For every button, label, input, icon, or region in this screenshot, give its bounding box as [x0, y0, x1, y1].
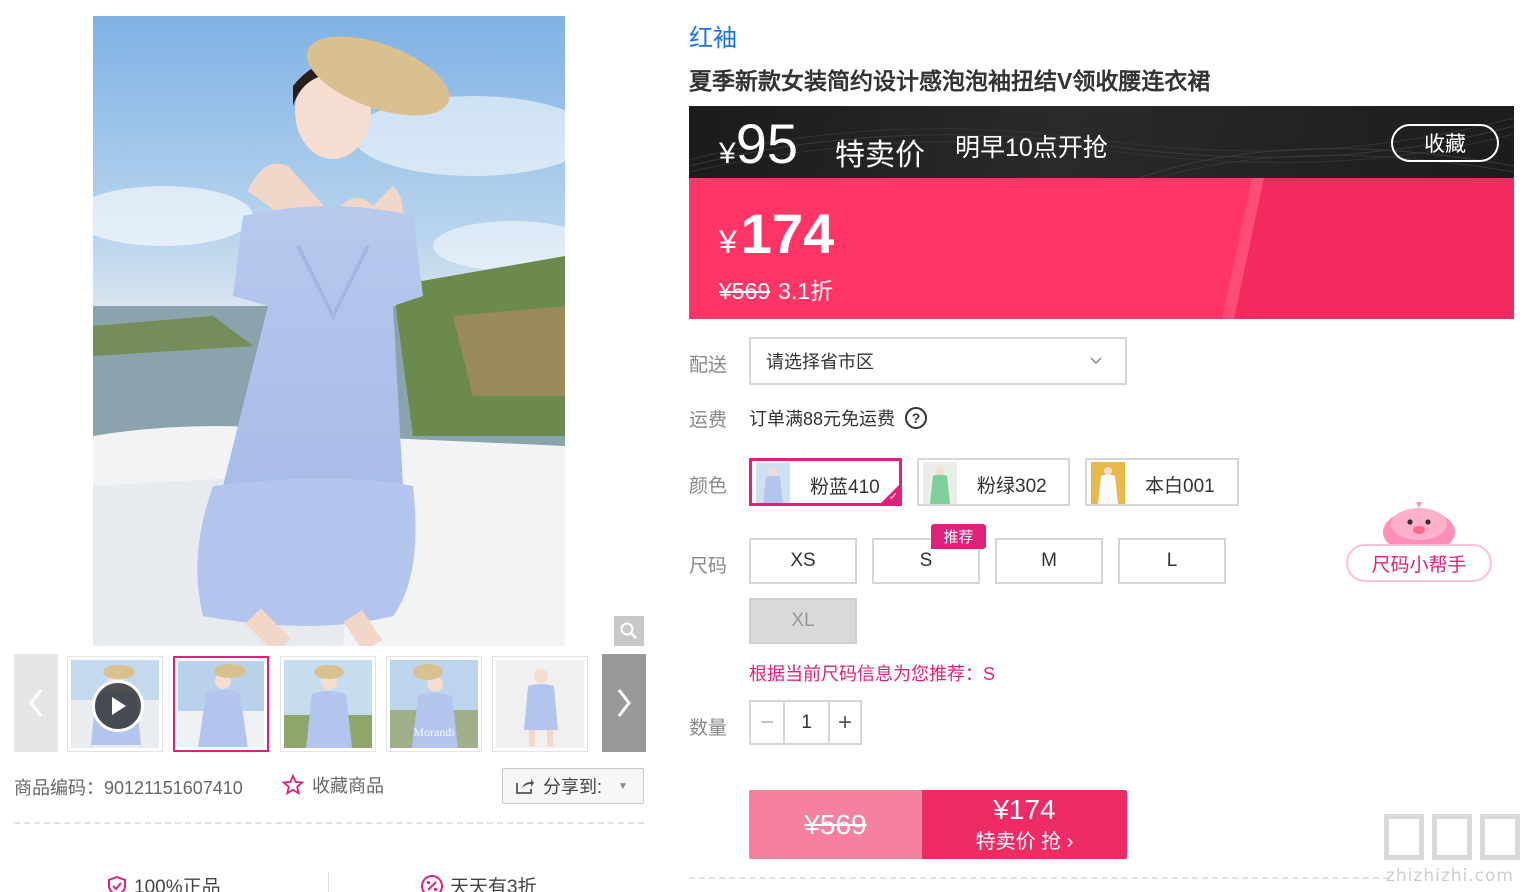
buy-button[interactable]: ¥569 ¥174 特卖价 抢 › — [749, 790, 1127, 859]
thumb-prev-button[interactable] — [14, 654, 58, 752]
shipping-label: 运费 — [689, 410, 728, 431]
size-helper-label: 尺码小帮手 — [1346, 544, 1492, 582]
color-option-label: 粉绿302 — [977, 476, 1047, 497]
current-currency: ¥ — [719, 224, 737, 260]
quantity-value[interactable]: 1 — [785, 702, 828, 743]
flash-price-value: 95 — [735, 112, 798, 175]
original-price: ¥569 — [719, 278, 771, 304]
price-box: ¥ 174 ¥569 3.1折 — [689, 178, 1514, 319]
flash-price: ¥ 95 — [719, 116, 798, 172]
guarantee-authentic-label: 100%正品 — [134, 877, 221, 892]
shield-check-icon — [108, 875, 126, 892]
collect-button[interactable]: 收藏 — [1391, 124, 1499, 162]
thumb-video[interactable] — [67, 656, 163, 752]
shipping-text: 订单满88元免运费 — [749, 409, 896, 429]
color-option-label: 本白001 — [1145, 476, 1215, 497]
size-helper-button[interactable]: 尺码小帮手 — [1346, 502, 1492, 584]
buy-action[interactable]: ¥174 特卖价 抢 › — [922, 790, 1127, 859]
thumbnail-strip: Morandi — [14, 654, 646, 752]
help-icon[interactable]: ? — [905, 407, 928, 429]
share-label: 分享到: — [543, 777, 603, 797]
delivery-label: 配送 — [689, 355, 728, 376]
caret-down-icon: ▼ — [618, 780, 628, 792]
flash-sale-label: 特卖价 — [835, 139, 925, 172]
color-swatch-image — [923, 462, 957, 504]
size-label: 尺码 — [689, 556, 728, 577]
color-option-label: 粉蓝410 — [810, 477, 880, 498]
watermark-logo-glyph — [1480, 814, 1520, 860]
share-button[interactable]: 分享到: ▼ — [502, 768, 644, 804]
chevron-left-icon — [29, 689, 43, 717]
product-code-label: 商品编码： — [14, 778, 104, 798]
product-code: 商品编码：90121151607410 — [14, 774, 243, 800]
flash-sale-start-time: 明早10点开抢 — [955, 134, 1108, 162]
thumb-next-button[interactable] — [602, 654, 646, 752]
divider — [689, 877, 1389, 879]
guarantee-authentic: 100%正品 — [106, 872, 221, 892]
region-select[interactable]: 请选择省市区 — [749, 337, 1127, 385]
color-option-off-white[interactable]: 本白001 — [1085, 458, 1239, 506]
current-price: ¥ 174 — [719, 206, 834, 262]
thumb-2[interactable] — [173, 656, 269, 752]
play-icon — [112, 697, 126, 715]
check-icon: ✓ — [888, 491, 898, 503]
zoom-button[interactable] — [614, 616, 644, 646]
color-swatch-image — [756, 463, 790, 503]
quantity-stepper: − 1 + — [749, 700, 862, 745]
chevron-down-icon — [1090, 357, 1102, 365]
chevron-right-icon — [617, 689, 631, 717]
thumb-4[interactable]: Morandi — [386, 656, 482, 752]
thumb-3[interactable] — [280, 656, 376, 752]
guarantee-divider — [328, 872, 329, 892]
product-title: 夏季新款女装简约设计感泡泡袖扭结V领收腰连衣裙 — [689, 68, 1211, 94]
watermark-text: zhizhizhi.com — [1386, 866, 1514, 886]
flash-currency: ¥ — [719, 137, 736, 170]
guarantee-discount-label: 天天有3折 — [450, 877, 537, 892]
thumb-caption: Morandi — [413, 725, 455, 739]
brand-link[interactable]: 红袖 — [689, 18, 737, 53]
color-option-pink-blue[interactable]: 粉蓝410 ✓ — [749, 458, 902, 506]
region-select-placeholder: 请选择省市区 — [766, 352, 874, 372]
favorite-product-link[interactable]: 收藏商品 — [282, 772, 384, 798]
star-icon — [282, 774, 304, 796]
percent-icon — [421, 874, 443, 892]
size-option-xl: XL — [749, 598, 857, 644]
watermark-logo-glyph — [1384, 814, 1424, 860]
thumb-5[interactable] — [492, 656, 588, 752]
share-icon — [516, 779, 534, 794]
buy-label: 特卖价 抢 › — [975, 831, 1074, 854]
buy-original-price: ¥569 — [749, 790, 922, 859]
guarantee-discount: 天天有3折 — [420, 872, 537, 892]
shipping-info: 订单满88元免运费 ? — [749, 405, 928, 431]
size-option-xs[interactable]: XS — [749, 538, 857, 584]
quantity-decrement[interactable]: − — [751, 702, 785, 743]
current-price-value: 174 — [740, 202, 835, 265]
buy-price: ¥174 — [993, 793, 1056, 825]
size-recommendation: 根据当前尺码信息为您推荐：S — [749, 664, 996, 684]
original-price-line: ¥569 3.1折 — [719, 272, 833, 306]
size-option-l[interactable]: L — [1118, 538, 1226, 584]
discount-rate: 3.1折 — [778, 278, 834, 304]
color-label: 颜色 — [689, 476, 728, 497]
divider — [14, 822, 644, 824]
price-box-shade — [1234, 178, 1514, 319]
recommended-badge: 推荐 — [931, 524, 986, 549]
play-video-button[interactable] — [92, 680, 144, 732]
color-swatch-image — [1091, 462, 1125, 504]
magnifier-icon — [620, 622, 637, 639]
favorite-label: 收藏商品 — [312, 776, 384, 796]
size-option-m[interactable]: M — [995, 538, 1103, 584]
color-option-pink-green[interactable]: 粉绿302 — [917, 458, 1070, 506]
main-product-image[interactable] — [93, 16, 565, 646]
flash-sale-bar: ¥ 95 特卖价 明早10点开抢 收藏 — [689, 106, 1514, 178]
product-code-value: 90121151607410 — [104, 778, 243, 798]
quantity-increment[interactable]: + — [828, 702, 860, 743]
quantity-label: 数量 — [689, 718, 728, 739]
watermark: zhizhizhi.com — [1380, 810, 1530, 890]
watermark-logo-glyph — [1432, 814, 1472, 860]
